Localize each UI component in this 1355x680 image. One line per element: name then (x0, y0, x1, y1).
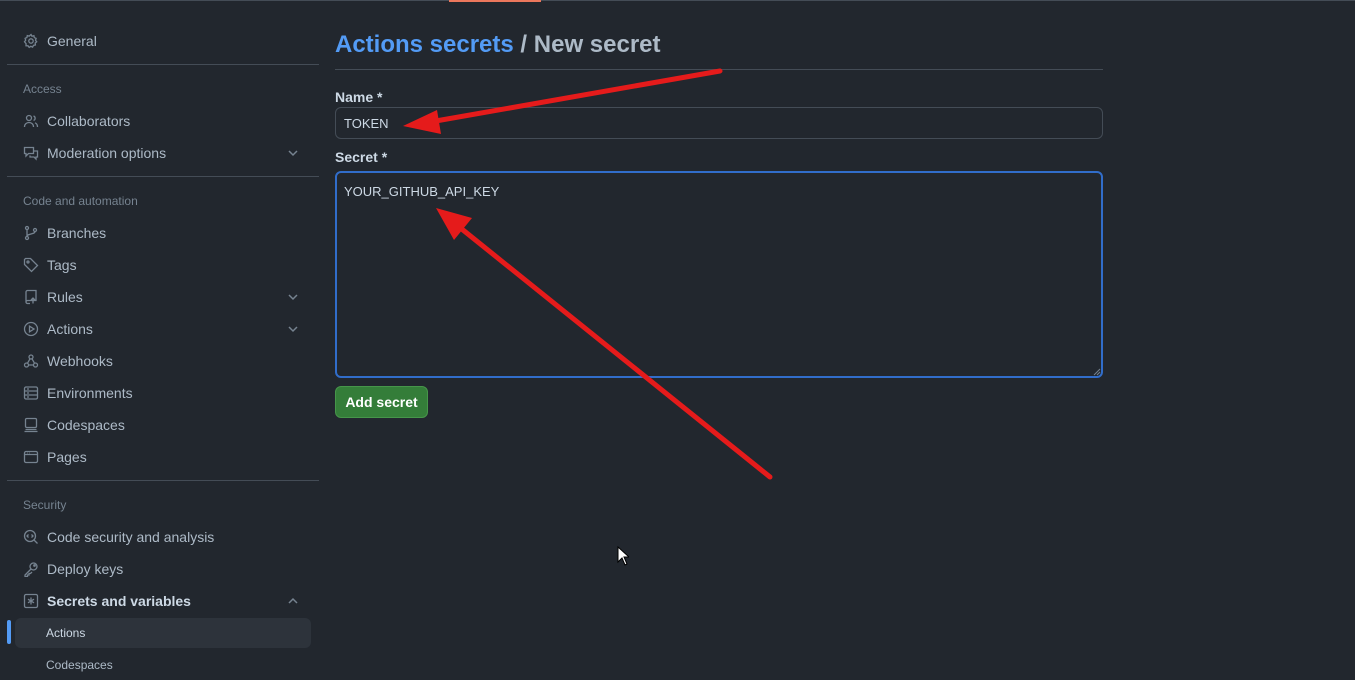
breadcrumb-actions-secrets-link[interactable]: Actions secrets (335, 31, 514, 58)
sidebar-item-label: Pages (47, 449, 87, 465)
sidebar-item-rules[interactable]: Rules (15, 282, 311, 312)
settings-sidebar: General Access Collaborators Moderation … (0, 0, 320, 674)
sidebar-item-environments[interactable]: Environments (15, 378, 311, 408)
mouse-cursor-icon (617, 546, 629, 566)
people-icon (23, 113, 39, 129)
sidebar-subitem-actions[interactable]: Actions (15, 618, 311, 648)
sidebar-item-label: Collaborators (47, 113, 131, 129)
sidebar-item-label: Secrets and variables (47, 593, 191, 609)
breadcrumb-separator: / (520, 31, 528, 58)
chevron-down-icon[interactable] (285, 145, 301, 161)
sidebar-item-label: Codespaces (47, 417, 125, 433)
sidebar-item-secrets-and-variables[interactable]: Secrets and variables (15, 586, 311, 616)
gear-icon (23, 33, 39, 49)
add-secret-button[interactable]: Add secret (335, 386, 428, 418)
section-heading-code-automation: Code and automation (23, 194, 138, 208)
key-icon (23, 561, 39, 577)
section-heading-access: Access (23, 82, 62, 96)
sidebar-item-codespaces[interactable]: Codespaces (15, 410, 311, 440)
sidebar-subitem-codespaces[interactable]: Codespaces (15, 650, 311, 680)
top-tab-indicator (449, 0, 541, 2)
chevron-down-icon[interactable] (285, 289, 301, 305)
codespaces-icon (23, 417, 39, 433)
sidebar-item-actions[interactable]: Actions (15, 314, 311, 344)
sidebar-item-branches[interactable]: Branches (15, 218, 311, 248)
sidebar-item-moderation-options[interactable]: Moderation options (15, 138, 311, 168)
codescan-icon (23, 529, 39, 545)
play-icon (23, 321, 39, 337)
sidebar-item-label: Deploy keys (47, 561, 124, 577)
browser-icon (23, 449, 39, 465)
server-icon (23, 385, 39, 401)
sidebar-item-label: General (47, 33, 97, 49)
sidebar-item-label: Branches (47, 225, 107, 241)
sidebar-item-webhooks[interactable]: Webhooks (15, 346, 311, 376)
resize-handle-icon[interactable] (1093, 368, 1101, 376)
sidebar-item-deploy-keys[interactable]: Deploy keys (15, 554, 311, 584)
secret-name-input[interactable] (335, 107, 1103, 139)
sidebar-item-label: Tags (47, 257, 77, 273)
chevron-up-icon[interactable] (285, 593, 301, 609)
sidebar-divider (7, 64, 319, 65)
sidebar-item-label: Code security and analysis (47, 529, 215, 545)
selected-indicator (7, 620, 11, 644)
webhook-icon (23, 353, 39, 369)
page-title: Actions secrets / New secret (335, 31, 661, 59)
sidebar-item-general[interactable]: General (15, 26, 311, 56)
tag-icon (23, 257, 39, 273)
sidebar-item-label: Webhooks (47, 353, 113, 369)
sidebar-item-code-security[interactable]: Code security and analysis (15, 522, 311, 552)
comment-discussion-icon (23, 145, 39, 161)
chevron-down-icon[interactable] (285, 321, 301, 337)
name-label: Name * (335, 89, 383, 105)
sidebar-divider (7, 176, 319, 177)
sidebar-item-label: Actions (47, 321, 93, 337)
sidebar-item-label: Rules (47, 289, 83, 305)
secret-label: Secret * (335, 149, 388, 165)
secret-value-textarea[interactable]: YOUR_GITHUB_API_KEY (335, 171, 1103, 378)
sidebar-item-tags[interactable]: Tags (15, 250, 311, 280)
repo-push-icon (23, 289, 39, 305)
sidebar-item-pages[interactable]: Pages (15, 442, 311, 472)
key-asterisk-icon (23, 593, 39, 609)
sidebar-item-label: Moderation options (47, 145, 167, 161)
title-divider (335, 69, 1103, 70)
sidebar-divider (7, 480, 319, 481)
sidebar-item-collaborators[interactable]: Collaborators (15, 106, 311, 136)
section-heading-security: Security (23, 498, 67, 512)
breadcrumb-current: New secret (533, 31, 661, 58)
git-branch-icon (23, 225, 39, 241)
sidebar-item-label: Environments (47, 385, 133, 401)
